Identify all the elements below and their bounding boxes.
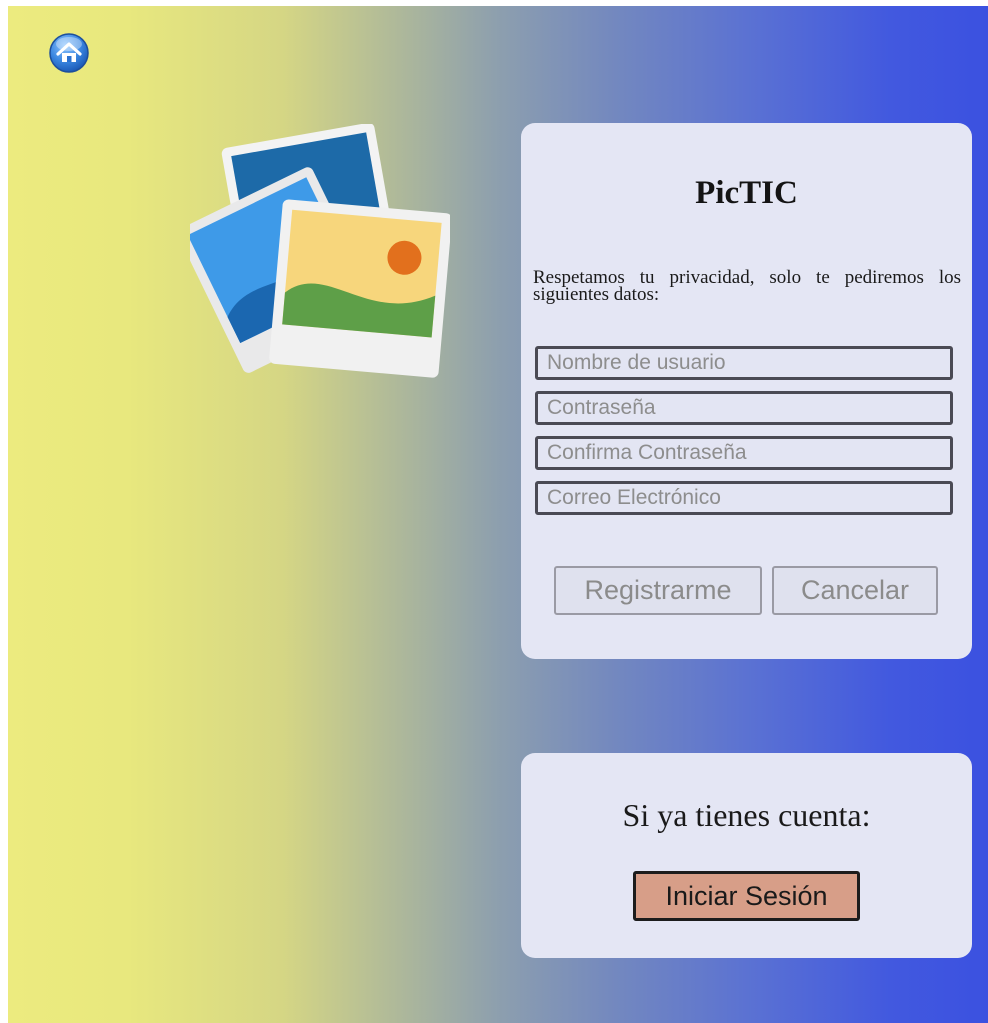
home-icon	[49, 33, 89, 73]
login-card: Si ya tienes cuenta: Iniciar Sesión	[521, 753, 972, 958]
cancel-button[interactable]: Cancelar	[772, 566, 938, 615]
login-button[interactable]: Iniciar Sesión	[633, 871, 860, 921]
privacy-notice: Respetamos tu privacidad, solo te pedire…	[533, 267, 961, 305]
email-field[interactable]	[535, 481, 953, 515]
username-field[interactable]	[535, 346, 953, 380]
password-field[interactable]	[535, 391, 953, 425]
photos-icon	[177, 122, 452, 384]
home-button[interactable]	[48, 32, 90, 74]
confirm-password-field[interactable]	[535, 436, 953, 470]
page-background: PicTIC Respetamos tu privacidad, solo te…	[8, 6, 988, 1023]
app-title: PicTIC	[695, 175, 798, 211]
register-button[interactable]: Registrarme	[554, 566, 762, 615]
login-prompt: Si ya tienes cuenta:	[622, 797, 871, 833]
register-card: PicTIC Respetamos tu privacidad, solo te…	[521, 123, 972, 659]
